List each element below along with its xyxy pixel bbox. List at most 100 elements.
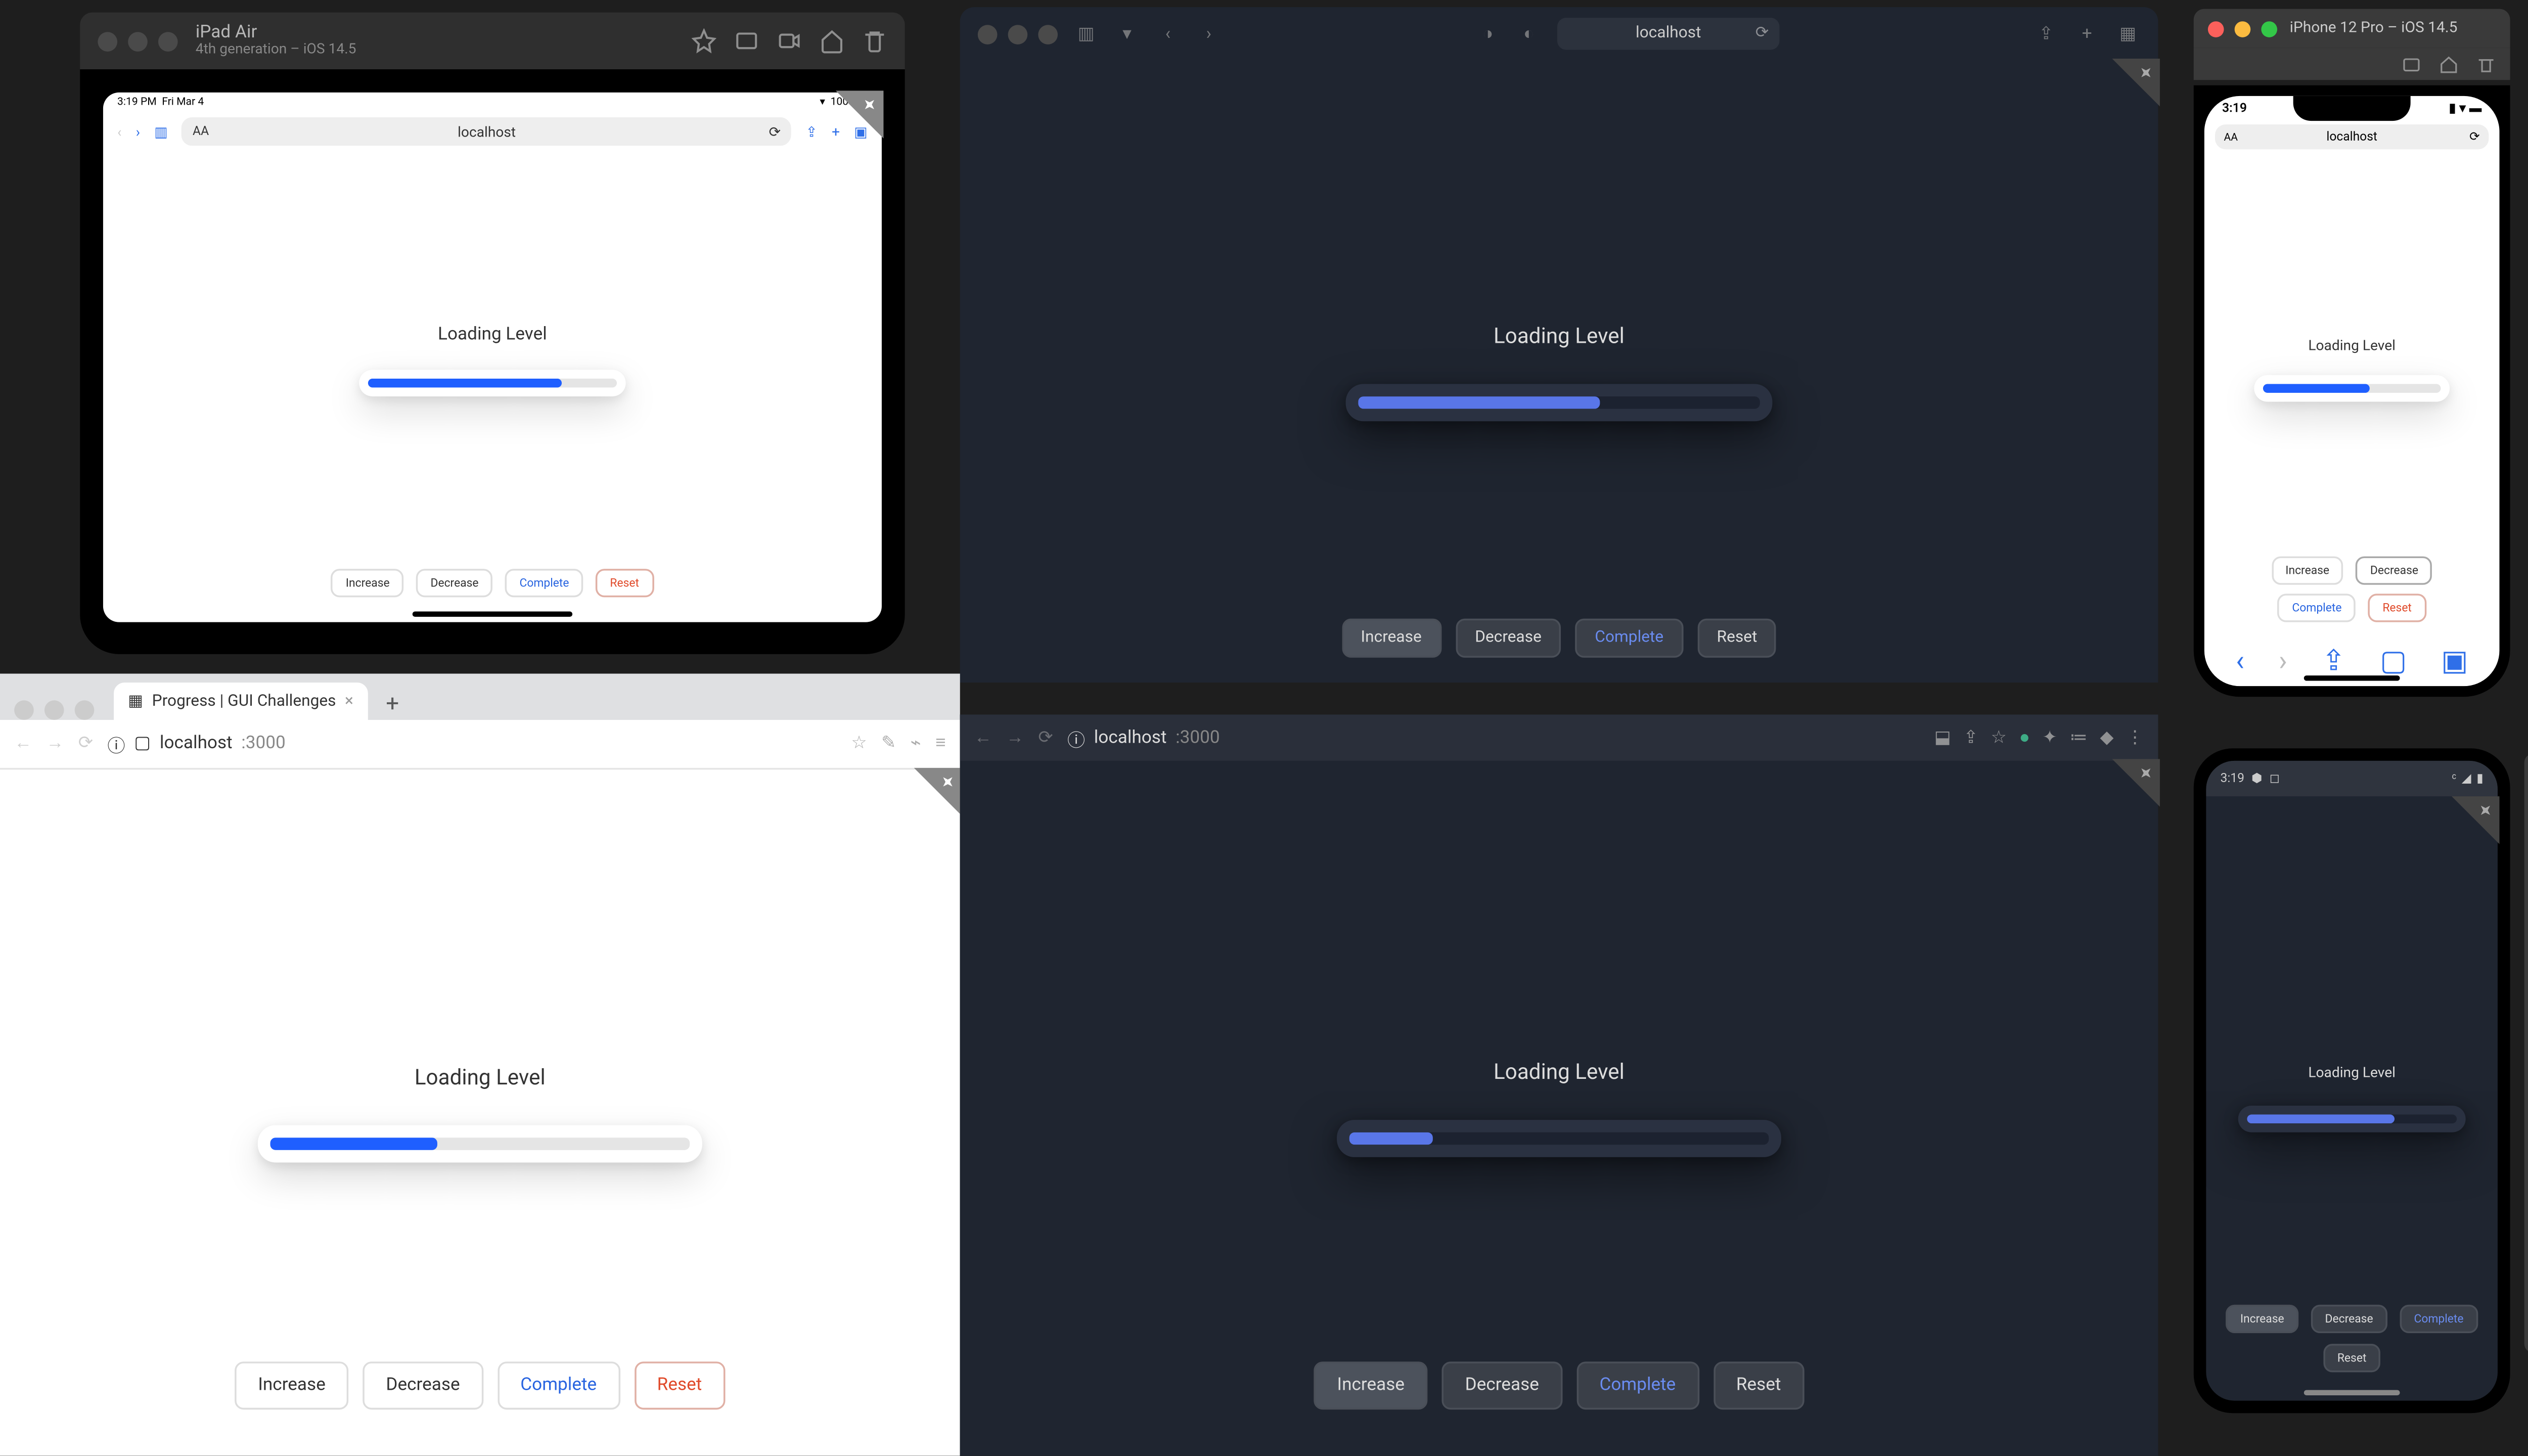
address-bar[interactable]: ⓘ ▢ localhost :3000 — [107, 731, 837, 757]
shield-icon[interactable]: ◑ — [1475, 21, 1500, 46]
back-button[interactable]: ‹ — [117, 123, 121, 140]
text-size-icon[interactable]: AA — [2224, 130, 2238, 143]
window-title: iPhone 12 Pro – iOS 14.5 — [2290, 20, 2458, 37]
new-tab-icon[interactable]: + — [2074, 21, 2099, 46]
reset-button[interactable]: Reset — [2368, 594, 2426, 622]
window-titlebar[interactable]: iPhone 12 Pro – iOS 14.5 — [2194, 9, 2510, 48]
reading-list-icon[interactable]: ≔ — [2070, 728, 2088, 748]
increase-button[interactable]: Increase — [2226, 1305, 2298, 1333]
share-icon[interactable]: ⇪ — [1963, 728, 1978, 748]
complete-button[interactable]: Complete — [1576, 1361, 1699, 1409]
text-size-icon[interactable]: AA — [193, 124, 209, 139]
home-icon[interactable] — [820, 28, 844, 53]
reload-icon[interactable]: ⟳ — [769, 123, 781, 140]
share-icon[interactable]: ⇪ — [2034, 21, 2058, 46]
devtools-badge-icon — [854, 92, 882, 120]
complete-button[interactable]: Complete — [2278, 594, 2356, 622]
back-button[interactable]: ‹ — [2236, 643, 2244, 676]
address-bar[interactable]: AA localhost ⟳ — [2215, 124, 2489, 149]
tabs-icon[interactable]: ▣ — [2441, 643, 2468, 676]
new-tab-button[interactable]: + — [377, 688, 409, 720]
reload-button[interactable]: ⟳ — [78, 734, 94, 754]
browser-tab[interactable]: ▦ Progress | GUI Challenges × — [114, 682, 368, 720]
extension-icon[interactable]: ● — [2019, 728, 2030, 748]
lock-icon: ▢ — [134, 734, 151, 754]
reset-button[interactable]: Reset — [596, 569, 653, 597]
increase-button[interactable]: Increase — [235, 1361, 349, 1409]
reset-button[interactable]: Reset — [634, 1361, 725, 1409]
forward-button[interactable]: → — [46, 734, 64, 754]
url-host: localhost — [2326, 130, 2377, 144]
site-info-icon[interactable]: ⓘ — [107, 731, 125, 757]
menu-icon[interactable]: ≡ — [935, 734, 946, 754]
forward-button[interactable]: → — [1006, 728, 1024, 748]
home-indicator[interactable] — [2304, 675, 2400, 681]
screenshot-icon[interactable] — [734, 28, 759, 53]
screenshot-icon[interactable] — [2402, 54, 2421, 74]
forward-button[interactable]: › — [136, 123, 140, 140]
reload-button[interactable]: ⟳ — [1038, 728, 1053, 748]
iphone-simulator-window: iPhone 12 Pro – iOS 14.5 3:19 ▮▾▬ AA loc… — [2194, 9, 2510, 697]
dropdown-icon[interactable]: ▾ — [1115, 21, 1140, 46]
appearance-icon[interactable]: ◐ — [1516, 21, 1541, 46]
window-titlebar[interactable]: iPad Air 4th generation – iOS 14.5 — [80, 13, 905, 70]
url-host: localhost — [160, 734, 233, 754]
extension-icon[interactable]: ⌁ — [911, 734, 921, 754]
reset-button[interactable]: Reset — [1713, 1361, 1804, 1409]
reset-button[interactable]: Reset — [1697, 619, 1777, 658]
address-bar[interactable]: localhost ⟳ — [1557, 18, 1780, 50]
trash-icon[interactable] — [2476, 54, 2496, 74]
close-tab-icon[interactable]: × — [345, 692, 353, 710]
pin-icon[interactable] — [692, 28, 716, 53]
decrease-button[interactable]: Decrease — [416, 569, 492, 597]
back-button[interactable]: ← — [14, 734, 32, 754]
star-icon[interactable]: ☆ — [1991, 728, 2007, 748]
sidebar-icon[interactable]: ▥ — [154, 123, 168, 140]
record-icon[interactable] — [777, 28, 801, 53]
decrease-button[interactable]: Decrease — [2356, 557, 2432, 585]
home-icon[interactable] — [2439, 54, 2459, 74]
tabs-icon[interactable]: ▦ — [2115, 21, 2140, 46]
decrease-button[interactable]: Decrease — [1442, 1361, 1562, 1409]
address-bar[interactable]: AA localhost ⟳ — [182, 117, 791, 146]
complete-button[interactable]: Complete — [1575, 619, 1683, 658]
url-host: localhost — [1636, 25, 1701, 42]
increase-button[interactable]: Increase — [1341, 619, 1441, 658]
back-button[interactable]: ← — [974, 728, 992, 748]
progress-bar — [2254, 375, 2450, 402]
home-indicator[interactable] — [413, 612, 572, 617]
url-port: :3000 — [241, 734, 286, 754]
decrease-button[interactable]: Decrease — [1456, 619, 1561, 658]
increase-button[interactable]: Increase — [1314, 1361, 1428, 1409]
address-bar[interactable]: ⓘ localhost:3000 — [1067, 724, 1920, 751]
decrease-button[interactable]: Decrease — [2311, 1305, 2387, 1333]
sidebar-icon[interactable]: ▥ — [1074, 21, 1099, 46]
complete-button[interactable]: Complete — [505, 569, 583, 597]
increase-button[interactable]: Increase — [332, 569, 404, 597]
increase-button[interactable]: Increase — [2271, 557, 2343, 585]
reload-icon[interactable]: ⟳ — [1755, 25, 1769, 42]
progress-bar — [359, 369, 625, 396]
forward-button[interactable]: › — [2279, 643, 2287, 676]
trash-icon[interactable] — [862, 28, 887, 53]
ipad-simulator-window: iPad Air 4th generation – iOS 14.5 3:19 … — [80, 13, 905, 654]
back-button[interactable]: ‹ — [1155, 21, 1180, 46]
extension-icon[interactable]: ✎ — [881, 734, 896, 754]
reset-button[interactable]: Reset — [2323, 1344, 2381, 1372]
site-info-icon[interactable]: ⓘ — [1067, 724, 1085, 751]
signal-icon: ▮ — [2449, 101, 2456, 115]
share-icon[interactable]: ⇪ — [2322, 643, 2345, 676]
install-icon[interactable]: ⬓ — [1934, 728, 1951, 748]
star-icon[interactable]: ☆ — [851, 734, 867, 754]
profile-icon[interactable]: ◆ — [2100, 728, 2113, 748]
complete-button[interactable]: Complete — [498, 1361, 620, 1409]
home-indicator[interactable] — [2304, 1390, 2400, 1396]
reload-icon[interactable]: ⟳ — [2469, 130, 2480, 144]
complete-button[interactable]: Complete — [2400, 1305, 2477, 1333]
forward-button[interactable]: › — [1196, 21, 1221, 46]
extensions-icon[interactable]: ✦ — [2043, 728, 2058, 748]
bookmarks-icon[interactable]: ▢ — [2380, 643, 2407, 676]
chrome-dark-window: ← → ⟳ ⓘ localhost:3000 ⬓ ⇪ ☆ ● ✦ ≔ ◆ ⋮ L… — [960, 714, 2158, 1455]
menu-icon[interactable]: ⋮ — [2126, 728, 2144, 748]
decrease-button[interactable]: Decrease — [363, 1361, 483, 1409]
